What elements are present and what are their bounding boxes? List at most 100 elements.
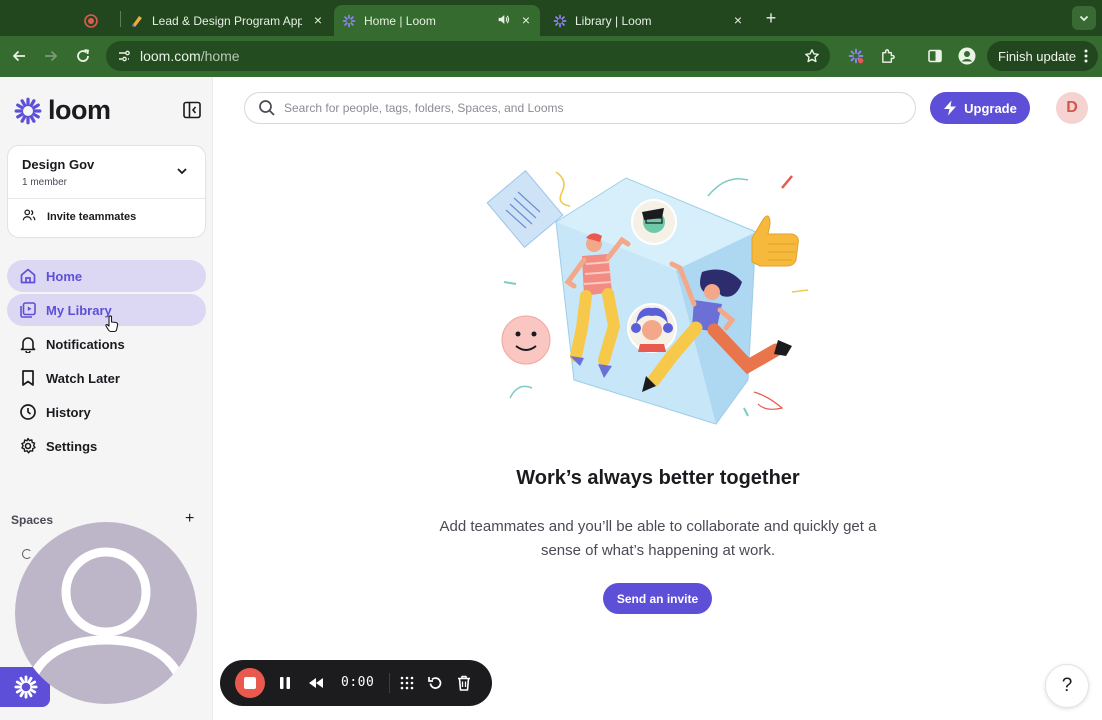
recording-timer: 0:00 [341, 675, 375, 690]
divider [389, 673, 390, 693]
sidebar-item-history[interactable]: History [7, 396, 206, 428]
user-placeholder-icon [20, 547, 192, 704]
bookmark-star-icon[interactable] [804, 48, 820, 69]
address-bar[interactable]: loom.com/home [106, 41, 830, 71]
smiley-illustration [501, 315, 551, 365]
more-vertical-icon [1084, 49, 1088, 66]
delete-recording-button[interactable] [454, 671, 474, 695]
avatar-circle-illustration [627, 303, 677, 353]
side-panel-icon[interactable] [925, 46, 945, 66]
loom-icon [14, 675, 38, 699]
new-tab-button[interactable]: + [762, 8, 780, 29]
back-arrow-icon [12, 50, 25, 62]
add-space-button[interactable]: + [185, 510, 194, 528]
invite-teammates-label: Invite teammates [47, 210, 137, 223]
recording-controls: 0:00 [220, 660, 492, 706]
search-input[interactable] [284, 101, 884, 115]
loom-extension-icon[interactable] [846, 46, 866, 66]
browser-tab-bar: Lead & Design Program Appli × Home | Loo… [0, 0, 1102, 36]
spaces-heading: Spaces [11, 513, 54, 527]
sidebar-item-settings[interactable]: Settings [7, 430, 206, 462]
lightning-bolt-icon [943, 100, 957, 116]
url-text: loom.com/home [140, 48, 240, 64]
empty-state-title: Work’s always better together [516, 467, 800, 489]
bell-icon [19, 335, 37, 353]
avatar-circle-illustration [631, 199, 677, 245]
tab-separator [120, 11, 121, 27]
camera-bubble[interactable] [15, 522, 197, 704]
sidebar-item-home[interactable]: Home [7, 260, 206, 292]
loading-spinner-icon [22, 549, 32, 559]
workspace-name: Design Gov [22, 157, 95, 172]
tab-library-loom[interactable]: Library | Loom × [544, 5, 752, 36]
stop-recording-button[interactable] [235, 668, 265, 698]
tab-title: Lead & Design Program Appli [152, 13, 302, 28]
help-button[interactable]: ? [1045, 664, 1089, 708]
tab-recording[interactable] [84, 5, 120, 36]
sidebar-item-label: Settings [46, 438, 98, 454]
drawing-tools-button[interactable] [397, 671, 417, 695]
sidebar-item-label: My Library [46, 302, 112, 318]
finish-update-button[interactable]: Finish update [987, 41, 1098, 71]
send-invite-button[interactable]: Send an invite [603, 583, 712, 614]
clock-icon [19, 403, 37, 421]
back-button[interactable] [9, 46, 29, 66]
speaker-icon[interactable] [497, 13, 510, 29]
sidebar-item-label: History [46, 404, 91, 420]
pause-button[interactable] [275, 671, 295, 695]
restart-button[interactable] [306, 671, 326, 695]
user-avatar[interactable]: D [1056, 92, 1088, 124]
bookmark-icon [19, 369, 37, 387]
close-icon[interactable]: × [734, 13, 742, 27]
sidebar-item-label: Watch Later [46, 370, 120, 386]
forward-arrow-icon [45, 50, 58, 62]
loom-icon [342, 14, 356, 28]
close-icon[interactable]: × [522, 13, 530, 27]
dots-grid-icon [400, 676, 414, 690]
tab-home-loom[interactable]: Home | Loom × [334, 5, 540, 36]
search-icon [258, 99, 276, 117]
tab-lead-design[interactable]: Lead & Design Program Appli × [122, 5, 332, 36]
url-path: /home [200, 48, 240, 64]
workspace-switcher[interactable]: Design Gov 1 member [8, 146, 205, 198]
site-info-icon[interactable] [116, 48, 132, 64]
divider [8, 198, 205, 199]
chevron-down-icon [1079, 15, 1089, 22]
gear-icon [19, 437, 37, 455]
loom-logo-icon [14, 97, 42, 124]
note-illustration [486, 170, 564, 248]
invite-teammates-button[interactable]: Invite teammates [22, 208, 136, 225]
reload-icon [77, 49, 90, 62]
users-icon [22, 208, 36, 225]
brand-wordmark: loom [48, 95, 111, 125]
extensions-puzzle-icon[interactable] [878, 46, 898, 66]
loom-icon [553, 14, 567, 28]
pause-icon [280, 677, 290, 689]
sidebar-item-watch-later[interactable]: Watch Later [7, 362, 206, 394]
library-icon [19, 301, 37, 319]
tab-search-button[interactable] [1072, 6, 1096, 30]
workspace-card: Design Gov 1 member Invite teammates [7, 145, 206, 238]
upgrade-button[interactable]: Upgrade [930, 92, 1030, 124]
undo-icon [428, 677, 442, 689]
loom-logo[interactable]: loom [14, 95, 111, 126]
upgrade-label: Upgrade [964, 100, 1017, 116]
undo-button[interactable] [425, 671, 445, 695]
profile-icon[interactable] [957, 46, 977, 66]
rewind-icon [309, 678, 323, 688]
close-icon[interactable]: × [314, 13, 322, 27]
search-bar[interactable] [244, 92, 916, 124]
tab-title: Library | Loom [575, 13, 652, 28]
empty-state-description: Add teammates and you’ll be able to coll… [439, 518, 877, 559]
collaboration-illustration [486, 170, 809, 425]
browser-toolbar: loom.com/home Finish update [0, 36, 1102, 77]
reload-button[interactable] [73, 46, 93, 66]
forward-button[interactable] [41, 46, 61, 66]
collapse-sidebar-icon[interactable] [182, 100, 202, 120]
stop-icon [244, 677, 256, 689]
trash-icon [458, 675, 470, 691]
chevron-down-icon [175, 164, 189, 183]
sidebar-item-label: Home [46, 268, 83, 284]
slides-icon [130, 14, 144, 28]
sidebar-item-label: Notifications [46, 336, 125, 352]
